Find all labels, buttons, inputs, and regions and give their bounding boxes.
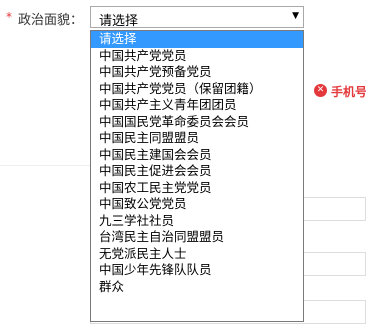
dropdown-option[interactable]: 中国共产主义青年团团员 bbox=[91, 97, 303, 114]
error-text: 手机号 bbox=[331, 85, 366, 99]
select-current-value: 请选择 bbox=[99, 14, 139, 29]
dropdown-option[interactable]: 中国共产党党员 bbox=[91, 48, 303, 65]
dropdown-option[interactable]: 群众 bbox=[91, 279, 303, 296]
dropdown-option[interactable]: 中国共产党预备党员 bbox=[91, 64, 303, 81]
dropdown-option[interactable]: 请选择 bbox=[91, 31, 303, 48]
dropdown-option[interactable]: 中国农工民主党党员 bbox=[91, 180, 303, 197]
dropdown-option[interactable]: 中国民主同盟盟员 bbox=[91, 130, 303, 147]
dropdown-option[interactable]: 中国国民党革命委员会会员 bbox=[91, 114, 303, 131]
dropdown-option[interactable]: 无党派民主人士 bbox=[91, 246, 303, 263]
political-status-dropdown-list[interactable]: 请选择 中国共产党党员 中国共产党预备党员 中国共产党党员（保留团籍） 中国共产主义青年… bbox=[90, 30, 304, 322]
dropdown-option[interactable]: 中国少年先锋队队员 bbox=[91, 262, 303, 279]
dropdown-option[interactable]: 中国民主建国会会员 bbox=[91, 147, 303, 164]
dropdown-option[interactable]: 中国共产党党员（保留团籍） bbox=[91, 81, 303, 98]
required-mark: * bbox=[6, 10, 12, 24]
error-x-icon: ✕ bbox=[314, 84, 327, 97]
dropdown-option[interactable]: 中国民主促进会会员 bbox=[91, 163, 303, 180]
dropdown-option[interactable]: 台湾民主自治同盟盟员 bbox=[91, 229, 303, 246]
political-status-row: * 政治面貌： 请选择 ▼ bbox=[0, 4, 366, 30]
dropdown-option[interactable]: 中国致公党党员 bbox=[91, 196, 303, 213]
dropdown-arrow-icon[interactable]: ▼ bbox=[292, 11, 299, 21]
form-divider bbox=[0, 165, 90, 166]
dropdown-option[interactable]: 九三学社社员 bbox=[91, 213, 303, 230]
political-status-label: 政治面貌： bbox=[18, 13, 84, 28]
political-status-select[interactable]: 请选择 ▼ bbox=[90, 6, 304, 29]
